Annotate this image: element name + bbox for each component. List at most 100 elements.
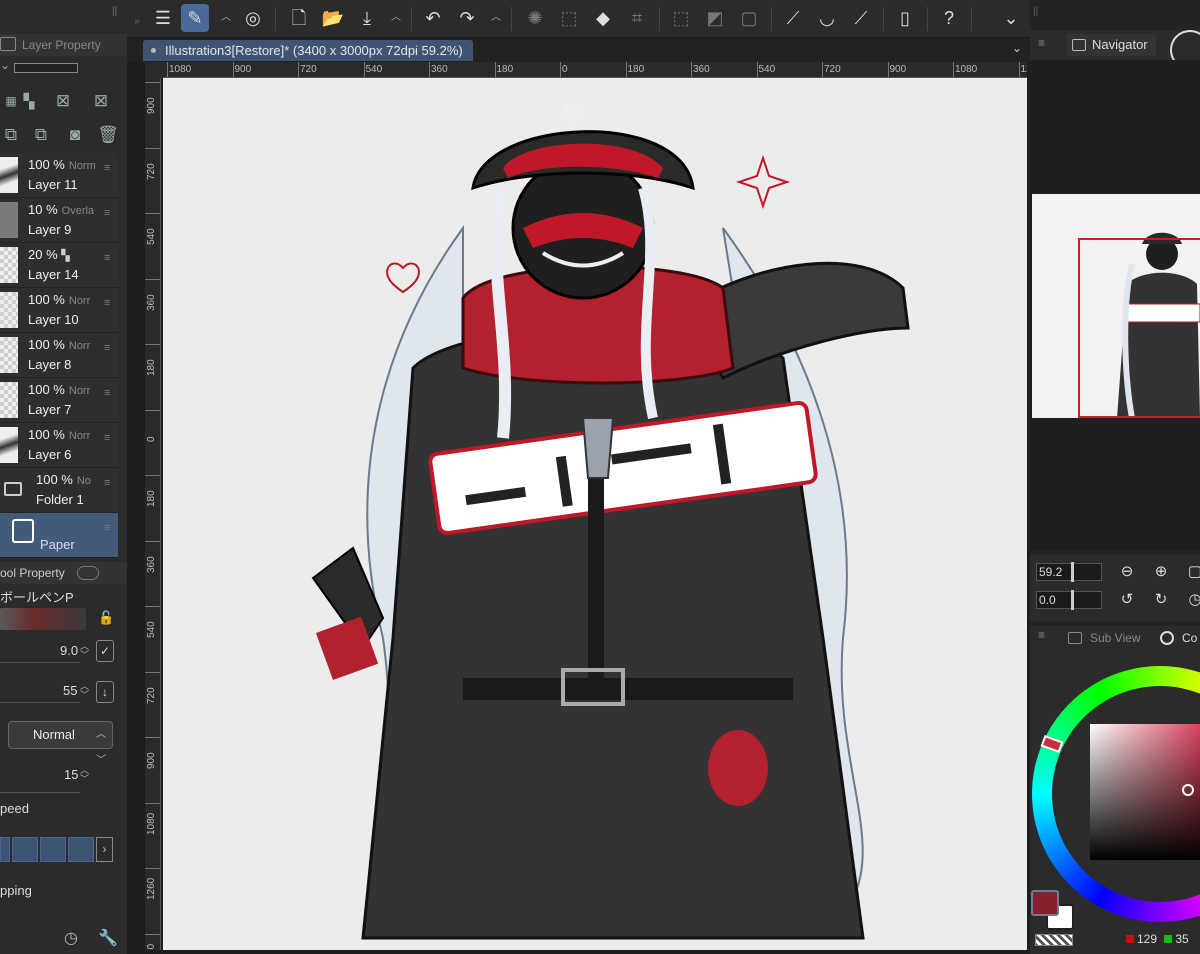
transform-icon[interactable]: ⌗ — [623, 4, 651, 32]
help-icon[interactable]: ? — [935, 4, 963, 32]
pen-tool-icon[interactable]: ✎ — [181, 4, 209, 32]
device-icon[interactable]: ▯ — [891, 4, 919, 32]
save-icon[interactable]: ⤓ — [353, 4, 381, 32]
fill-icon[interactable]: ◆ — [589, 4, 617, 32]
unlock-icon[interactable]: 🔓 — [98, 610, 114, 626]
pen-line-icon[interactable]: ⟋ — [847, 4, 875, 32]
crop-icon[interactable]: ▢ — [735, 4, 763, 32]
navigator-viewport-rect[interactable] — [1078, 238, 1200, 418]
rotation-field[interactable]: 0.0 — [1036, 590, 1102, 610]
spinner-icon[interactable]: ✺ — [521, 4, 549, 32]
panel-menu-icon[interactable]: ≡ — [1038, 628, 1045, 642]
drawing-canvas[interactable] — [163, 78, 1027, 950]
zoom-field[interactable]: 59.2 — [1036, 562, 1102, 582]
layer-menu-icon[interactable]: ≡ — [104, 163, 114, 178]
stabilization-stepper-icon[interactable]: ︿ ﹀ — [80, 766, 89, 784]
chevron-icon[interactable]: ⌄ — [0, 58, 10, 72]
stabilization-slider-track[interactable] — [0, 792, 80, 793]
spiral-icon[interactable]: ◎ — [239, 4, 267, 32]
wrench-icon[interactable]: 🔧 — [98, 928, 118, 948]
layer-row[interactable]: 100 % Norr Layer 10 ≡ — [0, 288, 118, 333]
layer-row[interactable]: 100 % Norr Layer 6 ≡ — [0, 423, 118, 468]
paper-layer-row[interactable]: Paper ≡ — [0, 513, 118, 558]
layer-transfer-icon[interactable]: ⧉ — [30, 124, 52, 146]
panel-menu-icon[interactable]: ≡ — [1038, 36, 1045, 50]
chevron-down-icon[interactable]: ⌄ — [1012, 41, 1022, 55]
new-file-icon[interactable]: 🗋 — [285, 4, 313, 32]
redo-icon[interactable]: ↷ — [453, 4, 481, 32]
trash-icon[interactable]: 🗑 — [97, 124, 119, 146]
layer-mask-icon[interactable]: ◙ — [64, 124, 86, 146]
opacity-stepper-icon[interactable]: ︿ ﹀ — [80, 682, 89, 700]
layer-menu-icon[interactable]: ≡ — [104, 388, 114, 403]
tab-navigator[interactable]: Navigator — [1066, 34, 1156, 56]
speed-swatch[interactable] — [12, 837, 38, 862]
layer-menu-icon[interactable]: ≡ — [104, 298, 114, 313]
stabilization-value[interactable]: 15 — [64, 767, 78, 782]
brush-size-value[interactable]: 9.0 — [60, 643, 78, 658]
clip-layer-icon[interactable]: ⊠ — [52, 90, 74, 112]
dock-grip-icon[interactable]: || — [1033, 6, 1038, 17]
zoom-in-icon[interactable]: ⊕ — [1152, 563, 1170, 581]
pressure-check-icon[interactable]: ✓ — [96, 640, 114, 662]
layer-row[interactable]: 100 % Norr Layer 8 ≡ — [0, 333, 118, 378]
layer-row[interactable]: 10 % Overla Layer 9 ≡ — [0, 198, 118, 243]
zoom-out-icon[interactable]: ⊖ — [1118, 563, 1136, 581]
tab-color-wheel[interactable]: Co — [1160, 628, 1197, 648]
chevron-right-icon[interactable]: › — [96, 837, 113, 862]
layer-menu-icon[interactable]: ≡ — [104, 253, 114, 268]
transparent-color-swatch[interactable] — [1035, 934, 1073, 946]
selection-icon[interactable]: ⬚ — [555, 4, 583, 32]
toolbar-expand-icon[interactable]: » — [132, 8, 142, 36]
opacity-slider-track[interactable] — [0, 702, 80, 703]
menu-icon[interactable]: ☰ — [149, 4, 177, 32]
tab-tool-property[interactable]: ool Property — [0, 562, 127, 584]
speed-swatch[interactable] — [40, 837, 66, 862]
reset-rotation-icon[interactable]: ◷ — [1186, 591, 1200, 609]
chevron-updown-icon[interactable]: ︿﹀ — [489, 4, 503, 51]
zoom-slider-thumb[interactable] — [1071, 562, 1074, 582]
reset-icon[interactable]: ◷ — [64, 928, 78, 948]
ruler-icon[interactable]: ⟋ — [779, 4, 807, 32]
layer-menu-icon[interactable]: ≡ — [104, 478, 114, 493]
open-folder-icon[interactable]: 📂 — [319, 4, 347, 32]
folder-row[interactable]: 100 % No Folder 1 ≡ — [0, 468, 118, 513]
speed-swatch[interactable] — [68, 837, 94, 862]
size-stepper-icon[interactable]: ︿ ﹀ — [80, 642, 89, 660]
rotate-left-icon[interactable]: ↺ — [1118, 591, 1136, 609]
tab-sub-view[interactable]: Sub View — [1066, 628, 1140, 648]
reference-layer-icon[interactable]: ⊠ — [90, 90, 112, 112]
sv-picker-knob[interactable] — [1182, 784, 1194, 796]
lock-transparency-icon[interactable]: ▚ — [18, 90, 40, 112]
layer-row[interactable]: 100 % Norr Layer 7 ≡ — [0, 378, 118, 423]
undo-icon[interactable]: ↶ — [419, 4, 447, 32]
blend-mode-select[interactable]: Normal ︿ ﹀ — [8, 721, 113, 766]
layer-menu-icon[interactable]: ≡ — [104, 343, 114, 358]
tab-layer-property[interactable]: Layer Property — [0, 34, 127, 56]
chevron-updown-icon[interactable]: ︿﹀ — [219, 4, 233, 51]
bowl-icon[interactable]: ◡ — [813, 4, 841, 32]
layer-row[interactable]: 20 % ▚ Layer 14 ≡ — [0, 243, 118, 288]
invert-selection-icon[interactable]: ◩ — [701, 4, 729, 32]
rotation-slider-thumb[interactable] — [1071, 590, 1074, 610]
toggle-icon[interactable] — [77, 566, 99, 580]
layer-opacity-slider[interactable] — [14, 63, 78, 73]
foreground-color-swatch[interactable] — [1031, 890, 1059, 916]
size-slider-track[interactable] — [0, 662, 80, 663]
speed-swatch[interactable] — [0, 837, 10, 862]
layer-row[interactable]: 100 % Norm Layer 11 ≡ — [0, 153, 118, 198]
fit-icon[interactable]: ▢ — [1186, 563, 1200, 581]
navigator-icon — [1072, 39, 1086, 51]
dock-grip-icon[interactable]: || — [112, 6, 124, 18]
deselect-icon[interactable]: ⬚ — [667, 4, 695, 32]
brush-opacity-value[interactable]: 55 — [63, 683, 77, 698]
rotate-right-icon[interactable]: ↻ — [1152, 591, 1170, 609]
expand-chevron-icon[interactable]: ⌄ — [997, 4, 1025, 32]
chevron-updown-icon[interactable]: ︿﹀ — [389, 4, 403, 51]
layer-copy-icon[interactable]: ⧉ — [0, 124, 22, 146]
layer-menu-icon[interactable]: ≡ — [104, 523, 114, 538]
download-icon[interactable]: ↓ — [96, 681, 114, 703]
layer-menu-icon[interactable]: ≡ — [104, 433, 114, 448]
layer-menu-icon[interactable]: ≡ — [104, 208, 114, 223]
document-tab[interactable]: Illustration3[Restore]* (3400 x 3000px 7… — [143, 40, 473, 61]
